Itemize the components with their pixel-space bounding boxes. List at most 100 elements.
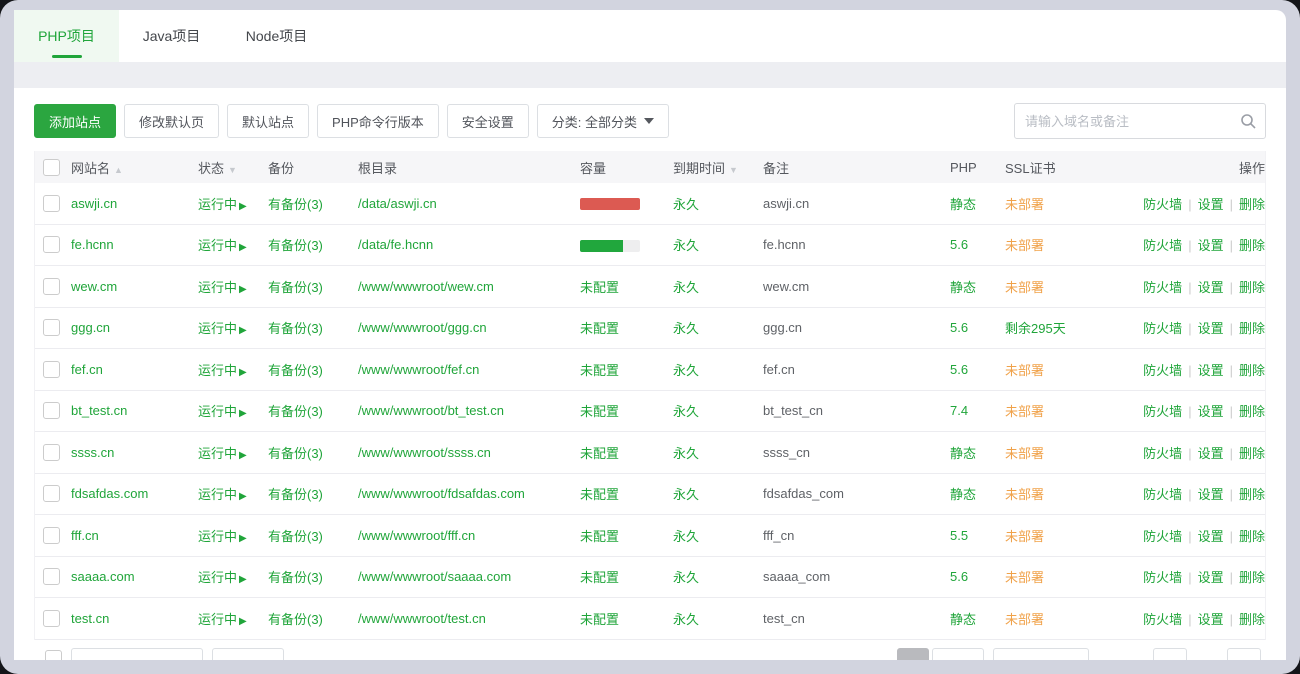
action-delete[interactable]: 删除 (1239, 238, 1265, 253)
action-settings[interactable]: 设置 (1198, 363, 1224, 378)
remark-value[interactable]: test_cn (763, 611, 805, 626)
php-cli-version-button[interactable]: PHP命令行版本 (317, 104, 439, 138)
ssl-status-link[interactable]: 未部署 (1005, 446, 1044, 461)
backup-link[interactable]: 有备份(3) (268, 529, 323, 544)
capacity-value[interactable]: 未配置 (580, 529, 619, 544)
php-version-link[interactable]: 静态 (950, 197, 976, 212)
remark-value[interactable]: saaaa_com (763, 569, 830, 584)
php-version-link[interactable]: 5.6 (950, 362, 968, 377)
backup-link[interactable]: 有备份(3) (268, 363, 323, 378)
php-version-link[interactable]: 5.5 (950, 528, 968, 543)
action-settings[interactable]: 设置 (1198, 570, 1224, 585)
site-name-link[interactable]: test.cn (71, 611, 109, 626)
ssl-status-link[interactable]: 剩余295天 (1005, 321, 1066, 336)
column-header-name[interactable]: 网站名▲ (71, 158, 198, 177)
action-delete[interactable]: 删除 (1239, 197, 1265, 212)
action-firewall[interactable]: 防火墙 (1143, 238, 1182, 253)
remark-value[interactable]: fe.hcnn (763, 237, 806, 252)
expire-link[interactable]: 永久 (673, 446, 699, 461)
action-firewall[interactable]: 防火墙 (1143, 446, 1182, 461)
action-delete[interactable]: 删除 (1239, 404, 1265, 419)
action-firewall[interactable]: 防火墙 (1143, 570, 1182, 585)
root-dir-link[interactable]: /www/wwwroot/ggg.cn (358, 320, 487, 335)
action-delete[interactable]: 删除 (1239, 529, 1265, 544)
add-site-button[interactable]: 添加站点 (34, 104, 116, 138)
column-header-status[interactable]: 状态▼ (198, 158, 268, 177)
site-name-link[interactable]: saaaa.com (71, 569, 135, 584)
status-running-toggle[interactable]: 运行中▶ (198, 321, 247, 336)
backup-link[interactable]: 有备份(3) (268, 487, 323, 502)
modify-default-page-button[interactable]: 修改默认页 (124, 104, 219, 138)
expire-link[interactable]: 永久 (673, 238, 699, 253)
capacity-value[interactable]: 未配置 (580, 570, 619, 585)
ssl-status-link[interactable]: 未部署 (1005, 612, 1044, 627)
site-name-link[interactable]: fe.hcnn (71, 237, 114, 252)
row-checkbox[interactable] (43, 236, 60, 253)
footer-select-all-checkbox[interactable] (45, 650, 62, 660)
default-site-button[interactable]: 默认站点 (227, 104, 309, 138)
action-settings[interactable]: 设置 (1198, 404, 1224, 419)
expire-link[interactable]: 永久 (673, 570, 699, 585)
expire-link[interactable]: 永久 (673, 612, 699, 627)
tab-java-projects[interactable]: Java项目 (119, 10, 224, 62)
capacity-value[interactable]: 未配置 (580, 363, 619, 378)
expire-link[interactable]: 永久 (673, 487, 699, 502)
action-delete[interactable]: 删除 (1239, 612, 1265, 627)
action-delete[interactable]: 删除 (1239, 280, 1265, 295)
tab-node-projects[interactable]: Node项目 (224, 10, 329, 62)
remark-value[interactable]: fdsafdas_com (763, 486, 844, 501)
site-name-link[interactable]: ssss.cn (71, 445, 114, 460)
status-running-toggle[interactable]: 运行中▶ (198, 238, 247, 253)
site-name-link[interactable]: fef.cn (71, 362, 103, 377)
pagination-go-button[interactable] (1227, 648, 1261, 660)
pagination-next-button[interactable] (932, 648, 984, 660)
remark-value[interactable]: wew.cm (763, 279, 809, 294)
row-checkbox[interactable] (43, 444, 60, 461)
capacity-value[interactable]: 未配置 (580, 612, 619, 627)
php-version-link[interactable]: 静态 (950, 280, 976, 295)
expire-link[interactable]: 永久 (673, 280, 699, 295)
action-delete[interactable]: 删除 (1239, 321, 1265, 336)
backup-link[interactable]: 有备份(3) (268, 446, 323, 461)
capacity-value[interactable]: 未配置 (580, 487, 619, 502)
remark-value[interactable]: fff_cn (763, 528, 794, 543)
expire-link[interactable]: 永久 (673, 197, 699, 212)
ssl-status-link[interactable]: 未部署 (1005, 529, 1044, 544)
tab-php-projects[interactable]: PHP项目 (14, 10, 119, 62)
row-checkbox[interactable] (43, 610, 60, 627)
root-dir-link[interactable]: /data/fe.hcnn (358, 237, 433, 252)
status-running-toggle[interactable]: 运行中▶ (198, 570, 247, 585)
backup-link[interactable]: 有备份(3) (268, 321, 323, 336)
status-running-toggle[interactable]: 运行中▶ (198, 487, 247, 502)
bulk-apply-button[interactable] (212, 648, 284, 660)
site-name-link[interactable]: fff.cn (71, 528, 99, 543)
action-settings[interactable]: 设置 (1198, 197, 1224, 212)
status-running-toggle[interactable]: 运行中▶ (198, 280, 247, 295)
root-dir-link[interactable]: /www/wwwroot/saaaa.com (358, 569, 511, 584)
expire-link[interactable]: 永久 (673, 529, 699, 544)
search-icon[interactable] (1240, 113, 1256, 129)
backup-link[interactable]: 有备份(3) (268, 570, 323, 585)
select-all-checkbox[interactable] (43, 159, 60, 176)
remark-value[interactable]: fef.cn (763, 362, 795, 377)
backup-link[interactable]: 有备份(3) (268, 404, 323, 419)
php-version-link[interactable]: 5.6 (950, 320, 968, 335)
action-settings[interactable]: 设置 (1198, 280, 1224, 295)
column-header-expire[interactable]: 到期时间▼ (673, 158, 763, 177)
row-checkbox[interactable] (43, 361, 60, 378)
remark-value[interactable]: aswji.cn (763, 196, 809, 211)
php-version-link[interactable]: 静态 (950, 446, 976, 461)
remark-value[interactable]: bt_test_cn (763, 403, 823, 418)
row-checkbox[interactable] (43, 319, 60, 336)
action-settings[interactable]: 设置 (1198, 238, 1224, 253)
site-name-link[interactable]: aswji.cn (71, 196, 117, 211)
ssl-status-link[interactable]: 未部署 (1005, 487, 1044, 502)
backup-link[interactable]: 有备份(3) (268, 612, 323, 627)
expire-link[interactable]: 永久 (673, 321, 699, 336)
status-running-toggle[interactable]: 运行中▶ (198, 612, 247, 627)
ssl-status-link[interactable]: 未部署 (1005, 404, 1044, 419)
site-name-link[interactable]: wew.cm (71, 279, 117, 294)
row-checkbox[interactable] (43, 527, 60, 544)
category-filter-dropdown[interactable]: 分类: 全部分类 (537, 104, 669, 138)
row-checkbox[interactable] (43, 485, 60, 502)
